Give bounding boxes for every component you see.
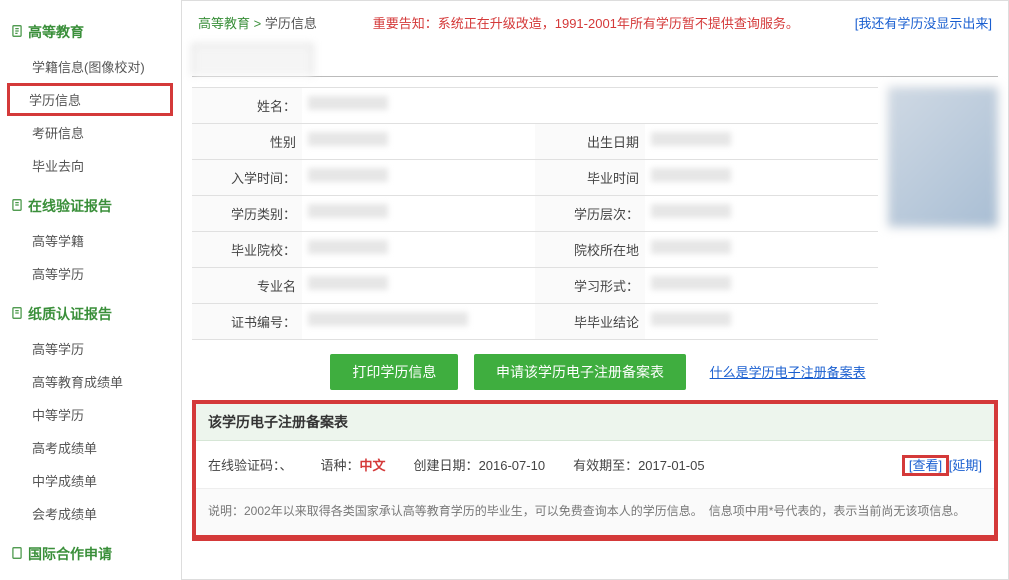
value-cert-no (302, 304, 535, 339)
sidebar-item-gdxj[interactable]: 高等学籍 (10, 224, 181, 257)
sidebar-section-title: 在线验证报告 (28, 196, 112, 216)
label-name: 姓名： (192, 88, 302, 123)
value-grad-concl (645, 304, 878, 339)
label-grad-concl: 毕毕业结论 (535, 304, 645, 339)
sidebar-item-p1[interactable]: 高等学历 (10, 332, 181, 365)
sidebar-item-xueli[interactable]: 学历信息 (7, 83, 173, 116)
label-major: 专业名 (192, 268, 302, 303)
value-study-form (645, 268, 878, 303)
sidebar-section-higher-edu: 高等教育 (10, 22, 181, 42)
value-school-loc (645, 232, 878, 267)
label-school: 毕业院校： (192, 232, 302, 267)
value-gender (302, 124, 535, 159)
breadcrumb-root[interactable]: 高等教育 (198, 16, 250, 31)
label-degree-level: 学历层次： (535, 196, 645, 231)
value-grad-time (645, 160, 878, 195)
label-grad-time: 毕业时间 (535, 160, 645, 195)
doc-icon (10, 198, 24, 215)
label-enroll: 入学时间： (192, 160, 302, 195)
label-gender: 性别 (192, 124, 302, 159)
degree-tabs (192, 44, 998, 77)
button-row: 打印学历信息 申请该学历电子注册备案表 什么是学历电子注册备案表 (192, 354, 998, 390)
link-extend[interactable]: [延期] (949, 458, 982, 473)
reg-verify-code: 在线验证码：、 (208, 455, 293, 474)
label-school-loc: 院校所在地 (535, 232, 645, 267)
sidebar-item-p2[interactable]: 高等教育成绩单 (10, 365, 181, 398)
label-birth: 出生日期 (535, 124, 645, 159)
link-missing-degree[interactable]: [我还有学历没显示出来] (855, 13, 992, 32)
breadcrumb: 高等教育 > 学历信息 (198, 13, 317, 32)
sidebar-section-online-verify: 在线验证报告 (10, 196, 181, 216)
sidebar-section-paper-cert: 纸质认证报告 (10, 304, 181, 324)
sidebar-section-title: 高等教育 (28, 22, 84, 42)
reg-created: 创建日期：2016-07-10 (414, 455, 546, 474)
doc-icon (10, 546, 24, 563)
label-study-form: 学习形式： (535, 268, 645, 303)
tab-1[interactable] (192, 44, 313, 76)
sidebar-item-p4[interactable]: 高考成绩单 (10, 431, 181, 464)
label-cert-no: 证书编号： (192, 304, 302, 339)
main-content: 高等教育 > 学历信息 重要告知：系统正在升级改造，1991-2001年所有学历… (182, 0, 1009, 580)
sidebar-item-p3[interactable]: 中等学历 (10, 398, 181, 431)
sidebar-item-gdxl[interactable]: 高等学历 (10, 257, 181, 290)
value-major (302, 268, 535, 303)
link-view[interactable]: [查看] (902, 455, 949, 476)
sidebar-item-biye[interactable]: 毕业去向 (10, 149, 181, 182)
sidebar-section-title: 国际合作申请 (28, 544, 112, 564)
explain-text: 说明：2002年以来取得各类国家承认高等教育学历的毕业生，可以免费查询本人的学历… (196, 488, 994, 535)
sidebar-item-p5[interactable]: 中学成绩单 (10, 464, 181, 497)
sidebar-section-title: 纸质认证报告 (28, 304, 112, 324)
breadcrumb-current: 学历信息 (265, 16, 317, 31)
doc-icon (10, 24, 24, 41)
apply-reg-button[interactable]: 申请该学历电子注册备案表 (474, 354, 686, 390)
sidebar-item-p6[interactable]: 会考成绩单 (10, 497, 181, 530)
student-photo (888, 87, 998, 227)
reg-valid: 有效期至：2017-01-05 (573, 455, 705, 474)
value-degree-type (302, 196, 535, 231)
reg-header: 该学历电子注册备案表 (196, 404, 994, 441)
value-name (302, 88, 878, 123)
value-degree-level (645, 196, 878, 231)
value-enroll (302, 160, 535, 195)
doc-icon (10, 306, 24, 323)
print-button[interactable]: 打印学历信息 (330, 354, 458, 390)
link-what-is-reg[interactable]: 什么是学历电子注册备案表 (710, 365, 866, 380)
reg-lang: 语种：中文 (321, 455, 386, 474)
label-degree-type: 学历类别： (192, 196, 302, 231)
sidebar-item-xueji[interactable]: 学籍信息(图像校对) (10, 50, 181, 83)
top-notice: 重要告知：系统正在升级改造，1991-2001年所有学历暂不提供查询服务。 (373, 13, 799, 32)
sidebar-section-intl: 国际合作申请 (10, 544, 181, 564)
sidebar-item-kaoyan[interactable]: 考研信息 (10, 116, 181, 149)
registration-box: 该学历电子注册备案表 在线验证码：、 语种：中文 创建日期：2016-07-10… (192, 400, 998, 541)
info-table: 姓名： 性别 出生日期 入学时间： 毕业时间 学历类别： 学历层次： 毕业院校： (192, 87, 878, 340)
sidebar: 高等教育 学籍信息(图像校对) 学历信息 考研信息 毕业去向 在线验证报告 高等… (0, 0, 182, 580)
value-school (302, 232, 535, 267)
value-birth (645, 124, 878, 159)
